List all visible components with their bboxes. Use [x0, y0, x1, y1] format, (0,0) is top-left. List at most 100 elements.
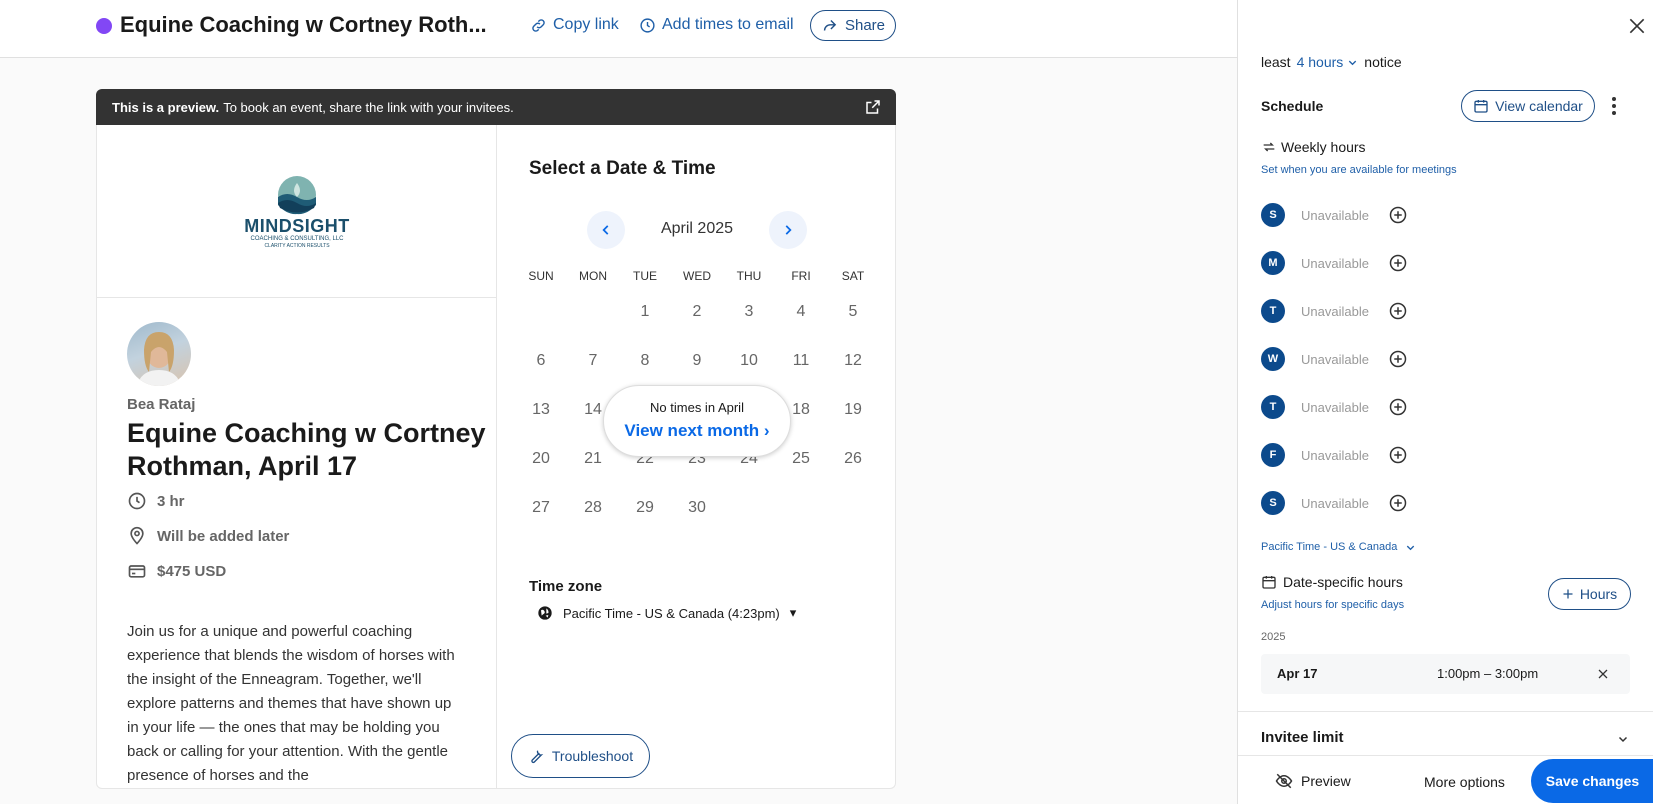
- view-calendar-button[interactable]: View calendar: [1461, 90, 1595, 122]
- calendar-day: 26: [844, 450, 862, 467]
- add-times-button[interactable]: Add times to email: [639, 16, 794, 34]
- select-date-title: Select a Date & Time: [529, 158, 716, 179]
- calendar-day: 9: [692, 352, 702, 369]
- troubleshoot-label: Troubleshoot: [551, 748, 634, 764]
- calendar-day: 10: [740, 352, 758, 369]
- calendar-day: 8: [640, 352, 650, 369]
- weekday-badge: M: [1261, 251, 1285, 275]
- availability-status: Unavailable: [1301, 495, 1369, 511]
- weekday-row: M Unavailable: [1261, 251, 1407, 275]
- add-interval-icon[interactable]: [1389, 494, 1407, 512]
- more-vertical-icon[interactable]: [1611, 96, 1617, 116]
- weekly-hours-label: Weekly hours: [1281, 139, 1366, 155]
- chevron-right-icon: ›: [763, 421, 770, 440]
- weekday-row: W Unavailable: [1261, 347, 1407, 371]
- calendar-column: Select a Date & Time April 2025 SUN MON …: [497, 125, 895, 788]
- add-interval-icon[interactable]: [1389, 254, 1407, 272]
- weekday-badge: T: [1261, 395, 1285, 419]
- edit-panel: least 4 hours notice Schedule View calen…: [1237, 0, 1653, 804]
- save-changes-button[interactable]: Save changes: [1531, 759, 1653, 803]
- share-label: Share: [844, 17, 886, 34]
- copy-link-button[interactable]: Copy link: [530, 16, 619, 34]
- add-interval-icon[interactable]: [1389, 446, 1407, 464]
- event-details-column: MINDSIGHT COACHING & CONSULTING, LLC CLA…: [97, 125, 497, 788]
- credit-card-icon: [128, 565, 146, 578]
- calendar-day: 20: [532, 450, 550, 467]
- calendar-day: 12: [844, 352, 862, 369]
- invitee-limit-heading[interactable]: Invitee limit: [1261, 729, 1344, 746]
- weekday-wed: WED: [683, 269, 711, 283]
- add-times-label: Add times to email: [662, 16, 794, 33]
- timezone-select[interactable]: Pacific Time - US & Canada (4:23pm) ▾: [537, 605, 796, 621]
- panel-footer: Preview More options Save changes: [1238, 755, 1653, 804]
- availability-status: Unavailable: [1301, 255, 1369, 271]
- event-description: Join us for a unique and powerful coachi…: [127, 623, 455, 784]
- next-month-button[interactable]: [769, 211, 807, 249]
- weekday-badge: S: [1261, 203, 1285, 227]
- add-interval-icon[interactable]: [1389, 398, 1407, 416]
- location-pin-icon: [130, 526, 144, 545]
- chevron-right-icon: [785, 225, 792, 235]
- override-time: 1:00pm – 3:00pm: [1437, 666, 1539, 681]
- share-button[interactable]: Share: [810, 10, 896, 41]
- copy-link-label: Copy link: [553, 16, 619, 33]
- preview-label: Preview: [1301, 773, 1351, 789]
- date-override-row[interactable]: Apr 17 1:00pm – 3:00pm: [1261, 654, 1630, 694]
- preview-button[interactable]: Preview: [1275, 772, 1351, 790]
- weekday-row: T Unavailable: [1261, 395, 1407, 419]
- logo-tagline: CLARITY ACTION RESULTS: [264, 243, 330, 249]
- calendar-day: 28: [584, 499, 602, 516]
- calendar-day: 13: [532, 401, 550, 418]
- add-hours-button[interactable]: Hours: [1548, 578, 1631, 610]
- weekday-badge: T: [1261, 299, 1285, 323]
- availability-status: Unavailable: [1301, 351, 1369, 367]
- weekday-tue: TUE: [633, 269, 657, 283]
- event-color-dot: [96, 18, 112, 34]
- month-label: April 2025: [660, 220, 734, 237]
- availability-status: Unavailable: [1301, 447, 1369, 463]
- override-date: Apr 17: [1277, 666, 1318, 681]
- share-icon: [823, 20, 837, 31]
- date-specific-heading: Date-specific hours: [1261, 574, 1403, 590]
- view-next-month-link[interactable]: View next month ›: [604, 421, 790, 441]
- calendar-day: 4: [796, 303, 806, 320]
- availability-status: Unavailable: [1301, 207, 1369, 223]
- weekday-row: T Unavailable: [1261, 299, 1407, 323]
- wrench-icon: [531, 750, 544, 764]
- no-times-popover: No times in April View next month ›: [603, 385, 791, 457]
- globe-icon: [538, 606, 552, 620]
- calendar-day: 27: [532, 499, 550, 516]
- add-interval-icon[interactable]: [1389, 206, 1407, 224]
- panel-timezone-select[interactable]: Pacific Time - US & Canada: [1261, 541, 1416, 553]
- more-options-button[interactable]: More options: [1424, 774, 1505, 790]
- weekday-fri: FRI: [791, 269, 811, 283]
- weekday-row: S Unavailable: [1261, 491, 1407, 515]
- notice-hours-select[interactable]: 4 hours: [1297, 54, 1359, 70]
- troubleshoot-button[interactable]: Troubleshoot: [511, 734, 650, 778]
- add-interval-icon[interactable]: [1389, 302, 1407, 320]
- calendar-day: 1: [640, 303, 650, 320]
- date-specific-subtitle: Adjust hours for specific days: [1261, 599, 1405, 611]
- no-times-text: No times in April: [650, 400, 744, 415]
- chevron-down-icon[interactable]: [1617, 733, 1629, 745]
- calendar-day: 7: [588, 352, 598, 369]
- external-link-icon[interactable]: [864, 98, 882, 116]
- calendar-icon: [1474, 100, 1488, 113]
- close-icon[interactable]: [1627, 16, 1647, 36]
- close-icon[interactable]: [1597, 668, 1609, 680]
- calendar-day: 29: [636, 499, 654, 516]
- top-bar: Equine Coaching w Cortney Roth... Copy l…: [0, 0, 1237, 58]
- timezone-label: Time zone: [529, 578, 603, 595]
- add-hours-label: Hours: [1579, 586, 1618, 602]
- duration-row: 3 hr: [127, 491, 185, 511]
- banner-bold: This is a preview.: [112, 99, 220, 115]
- logo-sub: COACHING & CONSULTING, LLC: [250, 236, 344, 242]
- add-interval-icon[interactable]: [1389, 350, 1407, 368]
- calendar-day: 11: [792, 352, 810, 369]
- booking-preview-card: MINDSIGHT COACHING & CONSULTING, LLC CLA…: [96, 125, 896, 789]
- location-label: Will be added later: [157, 527, 290, 545]
- location-row: Will be added later: [127, 526, 289, 546]
- clock-icon: [128, 492, 146, 510]
- calendar-day: 25: [792, 450, 810, 467]
- calendar-day: 30: [688, 499, 706, 516]
